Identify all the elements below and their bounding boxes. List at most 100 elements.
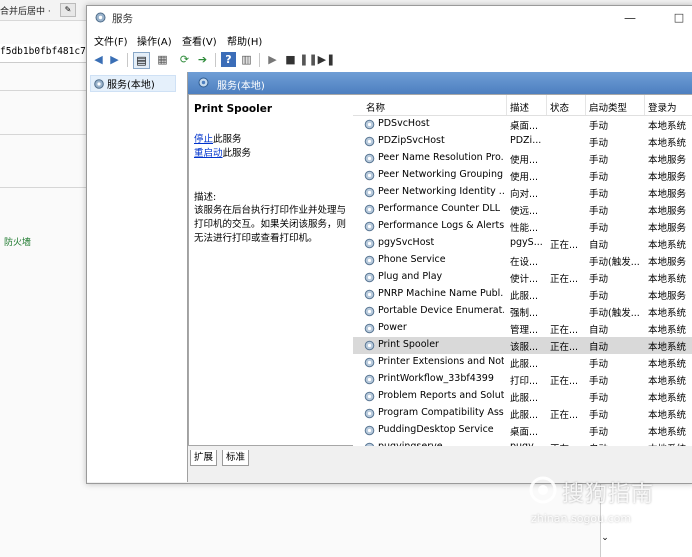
play-icon[interactable]: ▶: [265, 52, 280, 67]
service-logon-as: 本地系统: [648, 308, 687, 319]
watermark-text: 搜狗指南: [562, 482, 655, 507]
restart-icon[interactable]: ▶❚: [318, 52, 336, 67]
table-row[interactable]: Peer Name Resolution Pro... 使用... 手动 本地服务: [353, 150, 692, 167]
minimize-button[interactable]: —: [617, 8, 643, 28]
tab-standard[interactable]: 标准: [222, 450, 250, 466]
tree-item-services-local[interactable]: 服务(本地): [90, 75, 176, 92]
table-row[interactable]: Printer Extensions and Noti... 此服... 手动 本地系…: [353, 354, 692, 371]
menu-file[interactable]: 文件(F): [94, 33, 128, 48]
table-row[interactable]: PDZipSvcHost PDZi... 手动 本地系统: [353, 133, 692, 150]
chevron-down-icon[interactable]: ⌄: [599, 533, 611, 545]
service-logon-as: 本地服务: [648, 189, 687, 200]
column-divider[interactable]: [644, 95, 645, 115]
paint-icon: ✎: [60, 3, 76, 17]
formula-bar[interactable]: f5db1b0fbf481c7: [0, 44, 86, 63]
menu-action[interactable]: 操作(A): [137, 33, 172, 48]
forward-arrow-icon[interactable]: ▶: [107, 52, 122, 67]
watermark-url: zhinan.sogou.com: [531, 512, 632, 525]
toolbar-separator: [215, 53, 216, 67]
table-row[interactable]: PuddingDesktop Service 桌面... 手动 本地系统: [353, 422, 692, 439]
table-row[interactable]: Print Spooler 该服... 正在... 自动 本地系统: [353, 337, 692, 354]
table-header: 名称 描述 状态 启动类型 登录为: [353, 95, 692, 116]
column-header-status[interactable]: 状态: [550, 100, 569, 114]
firewall-text: 防火墙: [4, 238, 32, 248]
services-gear-icon: [95, 12, 106, 23]
export-list-icon[interactable]: ➔: [195, 52, 210, 67]
table-row[interactable]: Problem Reports and Solut... 此服... 手动 本地系统: [353, 388, 692, 405]
pause-icon[interactable]: ❚❚: [299, 52, 317, 67]
title-bar[interactable]: 服务 — □: [87, 6, 692, 30]
column-header-logon-as[interactable]: 登录为: [648, 100, 677, 114]
service-name: Performance Counter DLL ...: [378, 203, 504, 214]
service-gear-icon: [364, 425, 375, 436]
service-gear-icon: [364, 136, 375, 147]
table-row[interactable]: pgySvcHost pgyS... 正在... 自动 本地系统: [353, 235, 692, 252]
table-row[interactable]: pugyingserve pugy... 正在... 自动本地系统: [353, 439, 692, 446]
console-tree-icon[interactable]: ▤: [133, 52, 150, 69]
service-logon-as: 本地系统: [648, 325, 687, 336]
service-name: PDZipSvcHost: [378, 135, 445, 146]
sogou-logo-icon: [529, 476, 557, 504]
table-row[interactable]: Performance Counter DLL ... 使远... 手动 本地服务: [353, 201, 692, 218]
menu-help[interactable]: 帮助(H): [227, 33, 262, 48]
service-name: Phone Service: [378, 254, 446, 265]
service-startup-type: 自动: [589, 441, 643, 446]
table-row[interactable]: PrintWorkflow_33bf4399 打印... 正在... 手动 本地系统: [353, 371, 692, 388]
service-title: Print Spooler: [194, 103, 273, 115]
service-logon-as: 本地服务: [648, 155, 687, 166]
help-icon[interactable]: ?: [221, 52, 236, 67]
service-gear-icon: [364, 119, 375, 130]
stop-service-link[interactable]: 停止: [194, 134, 213, 145]
back-arrow-icon[interactable]: ◀: [91, 52, 106, 67]
service-status: 正在...: [550, 441, 584, 446]
services-window: 服务 — □ 文件(F) 操作(A) 查看(V) 帮助(H) ◀ ▶ ▤ ▦ ⟳…: [86, 5, 692, 484]
column-header-description[interactable]: 描述: [510, 100, 529, 114]
table-row[interactable]: PNRP Machine Name Publ... 此服... 手动 本地服务: [353, 286, 692, 303]
column-divider[interactable]: [506, 95, 507, 115]
merge-center-label: 合并后居中 ·: [0, 7, 51, 17]
service-status: 正在...: [550, 240, 579, 251]
service-logon-as: 本地系统: [648, 427, 687, 438]
menu-view[interactable]: 查看(V): [182, 33, 217, 48]
service-startup-type: 手动: [589, 359, 609, 370]
column-header-name[interactable]: 名称: [366, 100, 385, 114]
service-startup-type: 手动: [589, 393, 609, 404]
service-startup-type: 自动: [589, 240, 609, 251]
service-description: 使用...: [510, 155, 539, 166]
tab-extended[interactable]: 扩展: [190, 450, 218, 466]
table-row[interactable]: Plug and Play 使计... 正在... 手动 本地系统: [353, 269, 692, 286]
restart-suffix: 此服务: [222, 148, 252, 159]
service-name: Performance Logs & Alerts: [378, 220, 504, 231]
service-startup-type: 手动: [589, 427, 609, 438]
properties-icon[interactable]: ▦: [155, 52, 170, 67]
description-label: 描述:: [194, 192, 217, 203]
maximize-button[interactable]: □: [669, 8, 689, 28]
service-name: Printer Extensions and Noti...: [378, 356, 504, 367]
table-row[interactable]: Portable Device Enumerat... 强制... 手动(触发...…: [353, 303, 692, 320]
column-divider[interactable]: [585, 95, 586, 115]
table-row[interactable]: Phone Service 在设... 手动(触发... 本地服务: [353, 252, 692, 269]
pane-header: 服务(本地): [188, 72, 692, 94]
services-gear-icon: [198, 77, 209, 88]
column-header-startup-type[interactable]: 启动类型: [589, 100, 627, 114]
table-row[interactable]: Program Compatibility Assi... 此服... 正在... 手…: [353, 405, 692, 422]
toolbar: ◀ ▶ ▤ ▦ ⟳ ➔ ? ▥ ▶ ■ ❚❚ ▶❚: [87, 48, 692, 73]
service-gear-icon: [364, 306, 375, 317]
column-divider[interactable]: [546, 95, 547, 115]
table-row[interactable]: Power 管理... 正在... 自动 本地系统: [353, 320, 692, 337]
table-row[interactable]: Peer Networking Grouping 使用... 手动 本地服务: [353, 167, 692, 184]
table-row[interactable]: PDSvcHost 桌面... 手动 本地系统: [353, 116, 692, 133]
service-logon-as: 本地服务: [648, 257, 687, 268]
table-row[interactable]: Peer Networking Identity ... 向对... 手动 本地服务: [353, 184, 692, 201]
service-description: 强制...: [510, 308, 539, 319]
table-rows: PDSvcHost 桌面... 手动 本地系统 PDZipSvcHost PDZi... 手…: [353, 116, 692, 446]
services-pane: 服务(本地) Print Spooler 停止此服务 重启动此服务 描述: 该服…: [188, 72, 692, 482]
service-startup-type: 手动: [589, 172, 609, 183]
show-hide-icon[interactable]: ▥: [239, 52, 254, 67]
table-row[interactable]: Performance Logs & Alerts 性能... 手动 本地服务: [353, 218, 692, 235]
service-description: 此服...: [510, 393, 539, 404]
service-description: 使计...: [510, 274, 539, 285]
restart-service-link[interactable]: 重启动: [194, 148, 223, 159]
stop-icon[interactable]: ■: [283, 52, 298, 67]
refresh-icon[interactable]: ⟳: [177, 52, 192, 67]
